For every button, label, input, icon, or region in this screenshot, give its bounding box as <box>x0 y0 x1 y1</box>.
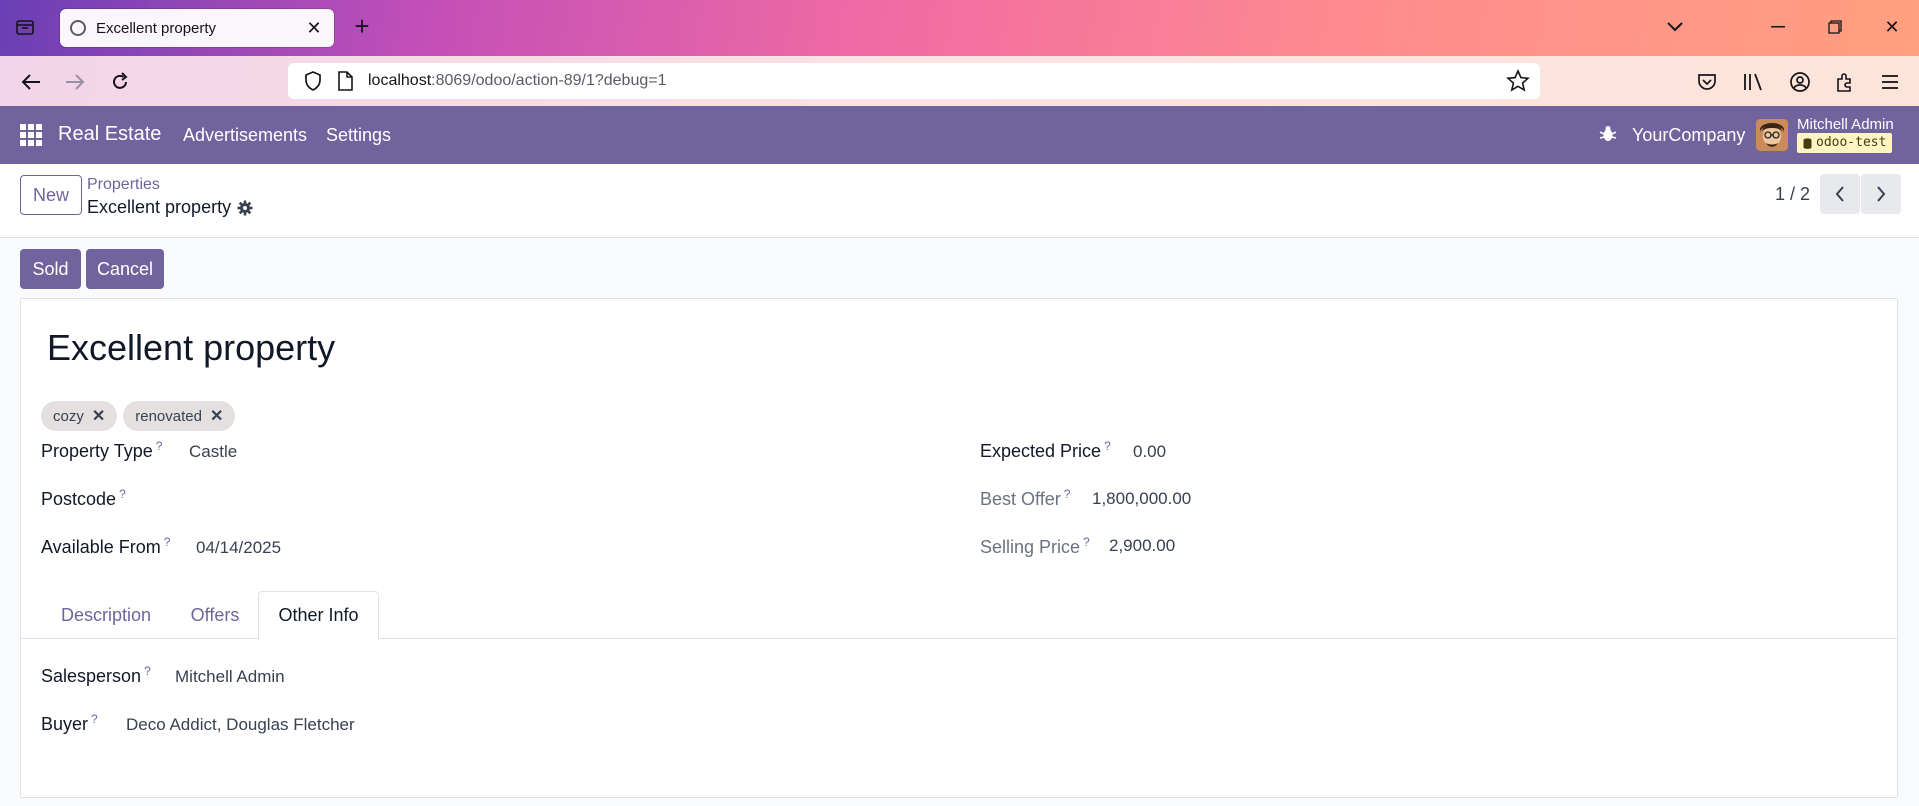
back-icon[interactable] <box>16 67 46 97</box>
help-tooltip-icon[interactable]: ? <box>1104 439 1111 453</box>
breadcrumb-current-label: Excellent property <box>87 197 232 217</box>
app-menu-icon[interactable] <box>1877 69 1903 95</box>
pager-next-button[interactable] <box>1861 174 1901 214</box>
notebook-tabs: Description Offers Other Info <box>21 591 1897 640</box>
help-tooltip-icon[interactable]: ? <box>1083 535 1090 549</box>
best-offer-value: 1,800,000.00 <box>1092 489 1192 508</box>
debug-bug-icon[interactable] <box>1598 124 1618 144</box>
expected-price-field[interactable]: 0.00 <box>1133 442 1166 462</box>
odoo-favicon-icon <box>70 20 86 36</box>
new-tab-icon[interactable]: + <box>348 12 376 40</box>
forward-icon[interactable] <box>60 67 90 97</box>
pocket-icon[interactable] <box>1694 69 1720 95</box>
tag-cozy: cozy ✕ <box>41 401 118 431</box>
database-name: odoo-test <box>1816 135 1887 150</box>
browser-tab[interactable]: Excellent property ✕ <box>60 9 334 47</box>
buyer-label: Buyer? <box>41 712 98 734</box>
property-type-label: Property Type? <box>41 439 163 461</box>
browser-navigation-bar: localhost:8069/odoo/action-89/1?debug=1 <box>0 56 1919 106</box>
tags-field[interactable]: cozy ✕ renovated ✕ <box>41 401 236 431</box>
pager-previous-button[interactable] <box>1820 174 1860 214</box>
available-from-field[interactable]: 04/14/2025 <box>196 538 281 558</box>
tab-other-info[interactable]: Other Info <box>258 591 379 640</box>
sold-button[interactable]: Sold <box>20 249 81 289</box>
chevron-left-icon <box>1835 186 1844 202</box>
tag-label: cozy <box>53 407 84 425</box>
help-tooltip-icon[interactable]: ? <box>164 535 171 549</box>
help-tooltip-icon[interactable]: ? <box>91 712 98 726</box>
url-host: localhost <box>368 72 432 89</box>
remove-tag-icon[interactable]: ✕ <box>210 406 223 426</box>
postcode-label: Postcode? <box>41 487 126 509</box>
database-badge: odoo-test <box>1797 133 1893 153</box>
postcode-field[interactable] <box>189 490 589 512</box>
reload-icon[interactable] <box>105 67 135 97</box>
restore-icon[interactable] <box>1822 14 1848 40</box>
page-info-icon[interactable] <box>336 71 354 91</box>
salesperson-field[interactable]: Mitchell Admin <box>175 667 285 687</box>
user-avatar[interactable] <box>1756 119 1788 151</box>
address-bar[interactable]: localhost:8069/odoo/action-89/1?debug=1 <box>288 63 1540 99</box>
property-type-field[interactable]: Castle <box>189 442 237 462</box>
library-icon[interactable] <box>1740 69 1766 95</box>
menu-settings[interactable]: Settings <box>326 125 391 146</box>
help-tooltip-icon[interactable]: ? <box>156 439 163 453</box>
tab-description[interactable]: Description <box>41 591 171 639</box>
form-sheet: Excellent property cozy ✕ renovated ✕ Pr… <box>20 298 1898 798</box>
odoo-main-navbar: Real Estate Advertisements Settings Your… <box>0 106 1919 164</box>
help-tooltip-icon[interactable]: ? <box>144 664 151 678</box>
database-icon <box>1803 137 1812 149</box>
new-button[interactable]: New <box>20 175 82 215</box>
tab-overview-icon[interactable] <box>12 14 38 40</box>
best-offer-label: Best Offer? <box>980 487 1071 509</box>
available-from-label: Available From? <box>41 535 171 557</box>
selling-price-value: 2,900.00 <box>1109 536 1176 555</box>
minimize-icon[interactable] <box>1765 14 1791 40</box>
cancel-button[interactable]: Cancel <box>86 249 164 289</box>
close-tab-icon[interactable]: ✕ <box>304 18 324 39</box>
control-panel: New Properties Excellent property 1 / 2 <box>0 164 1919 238</box>
salesperson-label: Salesperson? <box>41 664 151 686</box>
tracking-protection-shield-icon[interactable] <box>302 70 324 92</box>
user-name[interactable]: Mitchell Admin <box>1797 116 1894 133</box>
tab-offers[interactable]: Offers <box>173 591 257 639</box>
remove-tag-icon[interactable]: ✕ <box>92 406 105 426</box>
pager-value[interactable]: 1 / 2 <box>1775 184 1810 205</box>
breadcrumb-current: Excellent property <box>87 197 253 218</box>
list-all-tabs-icon[interactable] <box>1662 14 1688 40</box>
help-tooltip-icon[interactable]: ? <box>119 487 126 501</box>
extensions-icon[interactable] <box>1832 69 1858 95</box>
app-switcher-grid-icon[interactable] <box>20 124 42 146</box>
record-title[interactable]: Excellent property <box>47 327 335 369</box>
browser-tab-bar: Excellent property ✕ + ✕ <box>0 0 1919 56</box>
app-name[interactable]: Real Estate <box>58 123 161 146</box>
account-icon[interactable] <box>1787 69 1813 95</box>
tag-label: renovated <box>135 407 202 425</box>
tab-title: Excellent property <box>96 19 217 37</box>
expected-price-label: Expected Price? <box>980 439 1111 461</box>
help-tooltip-icon[interactable]: ? <box>1064 487 1071 501</box>
buyer-field[interactable]: Deco Addict, Douglas Fletcher <box>126 715 355 735</box>
url-path: :8069/odoo/action-89/1?debug=1 <box>431 72 667 89</box>
chevron-right-icon <box>1877 186 1886 202</box>
gear-icon[interactable] <box>237 200 253 216</box>
close-window-icon[interactable]: ✕ <box>1879 14 1905 40</box>
bookmark-star-icon[interactable] <box>1506 69 1530 93</box>
menu-advertisements[interactable]: Advertisements <box>183 125 307 146</box>
company-switcher[interactable]: YourCompany <box>1632 125 1745 146</box>
selling-price-label: Selling Price? <box>980 535 1090 557</box>
breadcrumb-properties[interactable]: Properties <box>87 176 160 194</box>
tag-renovated: renovated ✕ <box>123 401 236 431</box>
